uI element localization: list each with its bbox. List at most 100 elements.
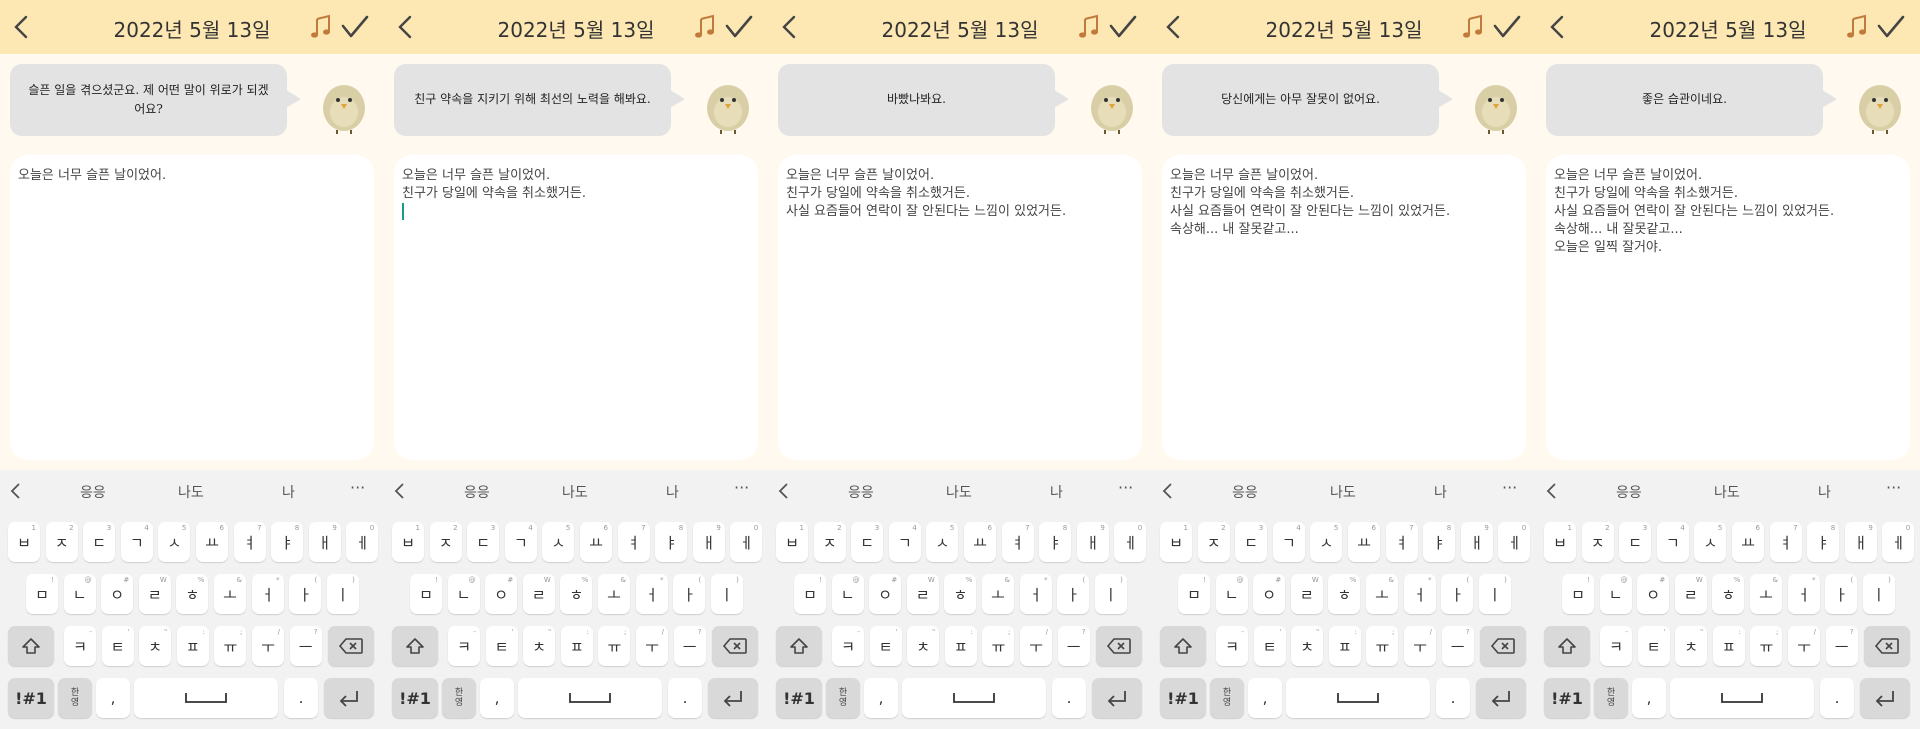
key[interactable]: 4ㄱ <box>120 522 153 562</box>
key[interactable]: Wㄹ <box>522 574 555 614</box>
comma-key[interactable]: , <box>1248 678 1282 718</box>
key[interactable]: 1ㅂ <box>776 522 808 562</box>
key[interactable]: ? ㅡ <box>289 626 322 666</box>
check-icon[interactable] <box>1876 14 1906 40</box>
key[interactable]: 3ㄷ <box>851 522 884 562</box>
key[interactable]: Wㄹ <box>906 574 939 614</box>
backspace-key[interactable] <box>1096 626 1142 666</box>
language-key[interactable]: 한 영 <box>1594 678 1628 718</box>
key[interactable]: ' ㅌ <box>101 626 134 666</box>
key[interactable]: ! ㅁ <box>26 574 58 614</box>
key[interactable]: @ ㄴ <box>1215 574 1248 614</box>
key[interactable]: ) ㅣ <box>1862 574 1895 614</box>
symbol-key[interactable]: !#1 <box>8 678 54 718</box>
key[interactable]: 9ㅐ <box>1844 522 1877 562</box>
key[interactable]: / ㅜ <box>1404 626 1436 666</box>
comma-key[interactable]: , <box>480 678 514 718</box>
more-icon[interactable]: ··· <box>1886 478 1901 497</box>
key[interactable]: 5ㅅ <box>1310 522 1343 562</box>
key[interactable]: % ㅎ <box>1328 574 1361 614</box>
key[interactable]: * ㅓ <box>1403 574 1436 614</box>
key[interactable]: 2ㅈ <box>45 522 78 562</box>
period-key[interactable]: . <box>1052 678 1086 718</box>
key[interactable]: 1ㅂ <box>1160 522 1192 562</box>
suggestion-3[interactable]: 나 <box>666 482 679 502</box>
key[interactable]: 2ㅈ <box>429 522 462 562</box>
key[interactable]: 8ㅑ <box>1039 522 1072 562</box>
diary-text-area[interactable]: 오늘은 너무 슬픈 날이었어. <box>10 155 374 460</box>
key[interactable]: 2ㅈ <box>1197 522 1230 562</box>
language-key[interactable]: 한 영 <box>442 678 476 718</box>
key[interactable]: ? ㅡ <box>1825 626 1858 666</box>
key[interactable]: @ ㄴ <box>447 574 480 614</box>
suggestion-1[interactable]: 응응 <box>1616 482 1642 502</box>
enter-key[interactable] <box>324 678 374 718</box>
key[interactable]: " ㅊ <box>523 626 556 666</box>
key[interactable]: ; ㅠ <box>1366 626 1399 666</box>
diary-text-area[interactable]: 오늘은 너무 슬픈 날이었어. 친구가 당일에 약속을 취소했거든. <box>394 155 758 460</box>
chevron-left-icon[interactable] <box>392 481 408 501</box>
shift-key[interactable] <box>1160 626 1206 666</box>
key[interactable]: ; ㅠ <box>214 626 247 666</box>
enter-key[interactable] <box>1860 678 1910 718</box>
music-note-icon[interactable] <box>1845 14 1869 40</box>
key[interactable]: * ㅓ <box>251 574 284 614</box>
music-note-icon[interactable] <box>309 14 333 40</box>
key[interactable]: 9ㅐ <box>308 522 341 562</box>
key[interactable]: @ ㄴ <box>63 574 96 614</box>
key[interactable]: ' ㅌ <box>1253 626 1286 666</box>
check-icon[interactable] <box>1108 14 1138 40</box>
space-key[interactable] <box>902 678 1046 718</box>
key[interactable]: ; ㅠ <box>598 626 631 666</box>
key[interactable]: 3ㄷ <box>1619 522 1652 562</box>
key[interactable]: @ ㄴ <box>831 574 864 614</box>
key[interactable]: * ㅓ <box>635 574 668 614</box>
key[interactable]: 1ㅂ <box>8 522 40 562</box>
key[interactable]: / ㅜ <box>1788 626 1820 666</box>
key[interactable]: ; ㅠ <box>1750 626 1783 666</box>
key[interactable]: / ㅜ <box>1020 626 1052 666</box>
key[interactable]: Wㄹ <box>138 574 171 614</box>
period-key[interactable]: . <box>1820 678 1854 718</box>
key[interactable]: % ㅎ <box>560 574 593 614</box>
key[interactable]: 0ㅔ <box>1498 522 1531 562</box>
suggestion-1[interactable]: 응응 <box>848 482 874 502</box>
key[interactable]: 7ㅕ <box>1769 522 1802 562</box>
key[interactable]: :ㅍ <box>1328 626 1361 666</box>
key[interactable]: (ㅏ <box>673 574 706 614</box>
comma-key[interactable]: , <box>864 678 898 718</box>
key[interactable]: 6ㅛ <box>580 522 612 562</box>
key[interactable]: 0ㅔ <box>1882 522 1915 562</box>
key[interactable]: :ㅍ <box>560 626 593 666</box>
check-icon[interactable] <box>340 14 370 40</box>
music-note-icon[interactable] <box>1077 14 1101 40</box>
key[interactable]: 2ㅈ <box>1581 522 1614 562</box>
suggestion-2[interactable]: 나도 <box>946 482 972 502</box>
suggestion-2[interactable]: 나도 <box>178 482 204 502</box>
more-icon[interactable]: ··· <box>1118 478 1133 497</box>
enter-key[interactable] <box>708 678 758 718</box>
backspace-key[interactable] <box>1480 626 1526 666</box>
backspace-key[interactable] <box>328 626 374 666</box>
key[interactable]: " ㅊ <box>907 626 940 666</box>
key[interactable]: -ㅋ <box>1216 626 1248 666</box>
key[interactable]: 0ㅔ <box>1114 522 1147 562</box>
key[interactable]: ? ㅡ <box>1057 626 1090 666</box>
key[interactable]: 8ㅑ <box>655 522 688 562</box>
key[interactable]: 7ㅕ <box>617 522 650 562</box>
key[interactable]: 1ㅂ <box>392 522 424 562</box>
key[interactable]: 3ㄷ <box>83 522 116 562</box>
key[interactable]: 4ㄱ <box>1272 522 1305 562</box>
key[interactable]: ! ㅁ <box>410 574 442 614</box>
key[interactable]: / ㅜ <box>252 626 284 666</box>
shift-key[interactable] <box>8 626 54 666</box>
key[interactable]: 4ㄱ <box>1656 522 1689 562</box>
key[interactable]: ! ㅁ <box>1562 574 1594 614</box>
suggestion-2[interactable]: 나도 <box>1330 482 1356 502</box>
key[interactable]: 8ㅑ <box>271 522 304 562</box>
key[interactable]: ) ㅣ <box>1094 574 1127 614</box>
key[interactable]: ? ㅡ <box>1441 626 1474 666</box>
key[interactable]: -ㅋ <box>64 626 96 666</box>
music-note-icon[interactable] <box>693 14 717 40</box>
key[interactable]: # ㅇ <box>485 574 518 614</box>
